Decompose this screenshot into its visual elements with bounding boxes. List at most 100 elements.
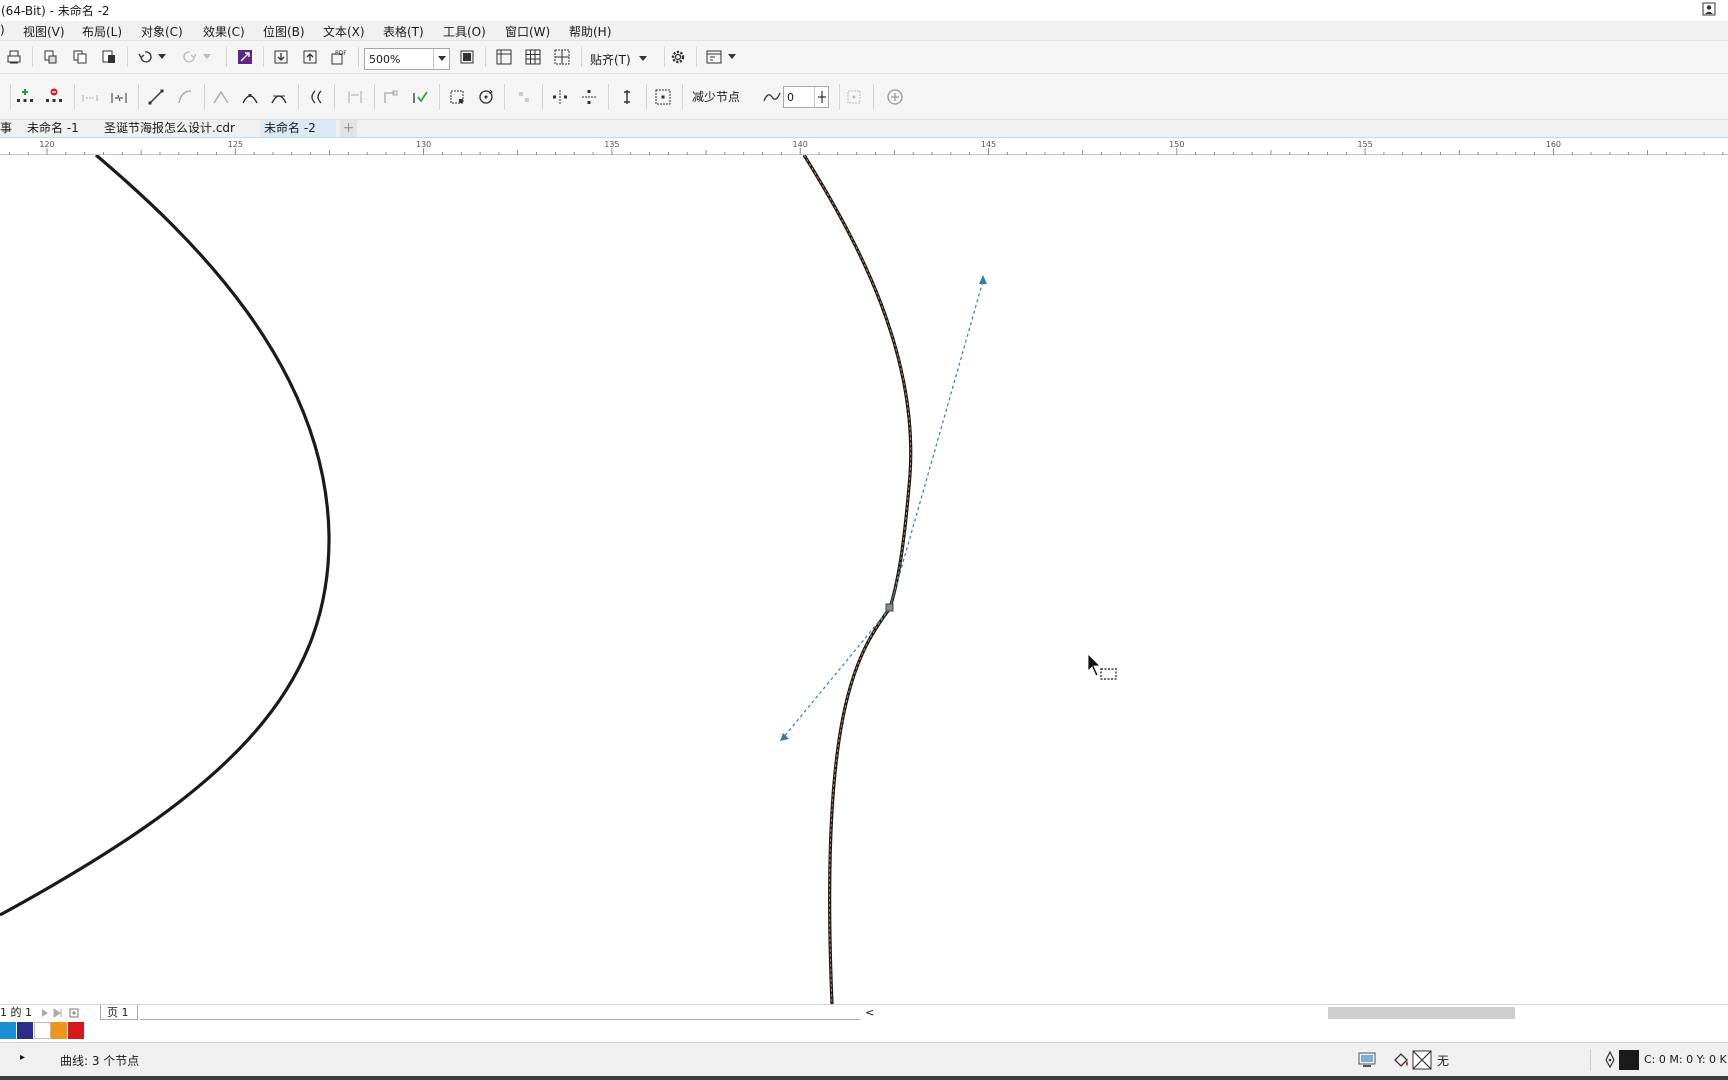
page-nav-arrows-icon[interactable] bbox=[40, 1008, 84, 1018]
show-rulers-icon[interactable] bbox=[493, 46, 515, 68]
menu-item-text[interactable]: 文本(X) bbox=[323, 23, 365, 40]
zoom-level-value[interactable]: 500% bbox=[365, 53, 433, 66]
cusp-node-icon[interactable] bbox=[210, 86, 232, 108]
spin-slider-icon[interactable] bbox=[814, 87, 828, 107]
rotate-nodes-icon[interactable] bbox=[475, 86, 497, 108]
tab-welcome-partial[interactable]: 事 bbox=[0, 120, 16, 137]
snap-to-button[interactable]: 贴齐(T) bbox=[590, 50, 647, 68]
select-nodes-marquee-icon[interactable] bbox=[843, 86, 865, 108]
ruler-label: 130 bbox=[416, 140, 431, 149]
user-account-icon[interactable] bbox=[1702, 2, 1716, 16]
curve-left-arc[interactable] bbox=[0, 155, 331, 917]
menu-item-view[interactable]: 视图(V) bbox=[23, 23, 65, 40]
ruler-label: 150 bbox=[1169, 140, 1184, 149]
quick-customize-icon[interactable] bbox=[884, 86, 906, 108]
horizontal-scrollbar-thumb[interactable] bbox=[1328, 1007, 1515, 1019]
undo-icon[interactable] bbox=[134, 46, 156, 68]
palette-swatch-cyan[interactable] bbox=[0, 1022, 17, 1039]
show-guidelines-icon[interactable] bbox=[551, 46, 573, 68]
align-nodes-icon[interactable] bbox=[513, 86, 535, 108]
toolbar-separator bbox=[298, 84, 299, 110]
paste-icon[interactable] bbox=[98, 46, 120, 68]
toolbar-separator bbox=[608, 84, 609, 110]
print-icon[interactable] bbox=[3, 46, 25, 68]
app-launcher-icon[interactable] bbox=[234, 46, 256, 68]
zoom-to-page-icon[interactable] bbox=[456, 46, 478, 68]
control-point-lower[interactable] bbox=[780, 733, 789, 741]
control-handle-upper[interactable] bbox=[889, 280, 984, 609]
window-title: (64-Bit) - 未命名 -2 bbox=[1, 4, 110, 18]
extend-curve-to-close-icon[interactable] bbox=[344, 86, 366, 108]
menu-item-tools[interactable]: 工具(O) bbox=[443, 23, 486, 40]
palette-swatch-orange[interactable] bbox=[51, 1022, 68, 1039]
menu-item-layout[interactable]: 布局(L) bbox=[82, 23, 122, 40]
color-proofing-icon[interactable] bbox=[1358, 1052, 1376, 1068]
reflect-horizontal-icon[interactable] bbox=[549, 86, 571, 108]
copy-icon[interactable] bbox=[69, 46, 91, 68]
redo-dropdown-icon[interactable] bbox=[201, 46, 213, 68]
reverse-direction-icon[interactable] bbox=[305, 86, 327, 108]
tab-untitled-2[interactable]: 未命名 -2 bbox=[260, 120, 336, 137]
color-palette bbox=[0, 1022, 85, 1039]
menu-item-bitmaps[interactable]: 位图(B) bbox=[263, 23, 305, 40]
undo-dropdown-icon[interactable] bbox=[156, 46, 168, 68]
symmetrical-node-icon[interactable] bbox=[268, 86, 290, 108]
elastic-mode-icon[interactable] bbox=[616, 86, 638, 108]
close-curve-icon[interactable] bbox=[409, 86, 431, 108]
options-gear-icon[interactable] bbox=[667, 46, 689, 68]
extract-subpath-icon[interactable] bbox=[380, 86, 402, 108]
menu-item-help[interactable]: 帮助(H) bbox=[569, 23, 611, 40]
curve-smoothness-spinbox[interactable]: 0 bbox=[783, 86, 829, 108]
menu-item-window[interactable]: 窗口(W) bbox=[505, 23, 550, 40]
page-tab-1[interactable]: 页 1 bbox=[100, 1005, 138, 1020]
title-bar: (64-Bit) - 未命名 -2 bbox=[0, 0, 1728, 21]
scroll-left-button[interactable]: < bbox=[865, 1005, 874, 1020]
show-grid-icon[interactable] bbox=[522, 46, 544, 68]
expand-status-icon[interactable]: ▸ bbox=[20, 1052, 25, 1063]
fill-none-swatch-icon[interactable] bbox=[1412, 1050, 1432, 1070]
outline-color-swatch[interactable] bbox=[1619, 1050, 1639, 1070]
chevron-down-icon[interactable] bbox=[433, 49, 449, 69]
palette-swatch-red[interactable] bbox=[68, 1022, 85, 1039]
smooth-node-icon[interactable] bbox=[239, 86, 261, 108]
select-all-nodes-icon[interactable] bbox=[652, 86, 674, 108]
toolbar-separator bbox=[581, 47, 582, 67]
outline-pen-icon[interactable] bbox=[1604, 1051, 1616, 1069]
reflect-vertical-icon[interactable] bbox=[578, 86, 600, 108]
add-node-icon[interactable] bbox=[14, 86, 36, 108]
menu-item-object[interactable]: 对象(C) bbox=[141, 23, 183, 40]
add-tab-button[interactable]: + bbox=[340, 120, 357, 137]
curve-smoothness-icon[interactable] bbox=[761, 86, 783, 108]
control-point-upper[interactable] bbox=[979, 275, 987, 284]
launcher-dropdown-icon[interactable] bbox=[726, 46, 738, 68]
control-handle-lower[interactable] bbox=[782, 607, 891, 739]
zoom-level-combobox[interactable]: 500% bbox=[364, 48, 450, 70]
tab-untitled-1[interactable]: 未命名 -1 bbox=[23, 120, 83, 137]
curve-smoothness-value[interactable]: 0 bbox=[784, 91, 814, 104]
menu-item-effects[interactable]: 效果(C) bbox=[203, 23, 245, 40]
redo-icon[interactable] bbox=[179, 46, 201, 68]
export-icon[interactable] bbox=[299, 46, 321, 68]
drawing-canvas[interactable] bbox=[0, 155, 1728, 1004]
import-icon[interactable] bbox=[270, 46, 292, 68]
join-nodes-icon[interactable] bbox=[79, 86, 101, 108]
tab-christmas-poster[interactable]: 圣诞节海报怎么设计.cdr bbox=[100, 120, 239, 137]
stretch-nodes-icon[interactable] bbox=[446, 86, 468, 108]
palette-swatch-navy[interactable] bbox=[17, 1022, 34, 1039]
reduce-nodes-button[interactable]: 减少节点 bbox=[692, 88, 740, 105]
to-curve-icon[interactable] bbox=[174, 86, 196, 108]
horizontal-ruler[interactable]: 1201251301351401451501551601651701751801… bbox=[0, 137, 1728, 155]
menu-item-partial[interactable]: ) bbox=[0, 23, 5, 37]
fill-bucket-icon[interactable] bbox=[1392, 1051, 1410, 1069]
to-line-icon[interactable] bbox=[145, 86, 167, 108]
selected-node[interactable] bbox=[885, 603, 894, 612]
delete-node-icon[interactable] bbox=[43, 86, 65, 108]
drawing-surface[interactable] bbox=[0, 155, 1728, 1004]
cut-icon[interactable] bbox=[40, 46, 62, 68]
menu-item-table[interactable]: 表格(T) bbox=[383, 23, 424, 40]
export-pdf-icon[interactable]: PDF bbox=[328, 46, 350, 68]
curve-right-selected[interactable] bbox=[802, 155, 913, 1004]
application-launcher-icon[interactable] bbox=[703, 46, 725, 68]
palette-swatch-white[interactable] bbox=[34, 1022, 51, 1039]
break-curve-icon[interactable] bbox=[108, 86, 130, 108]
